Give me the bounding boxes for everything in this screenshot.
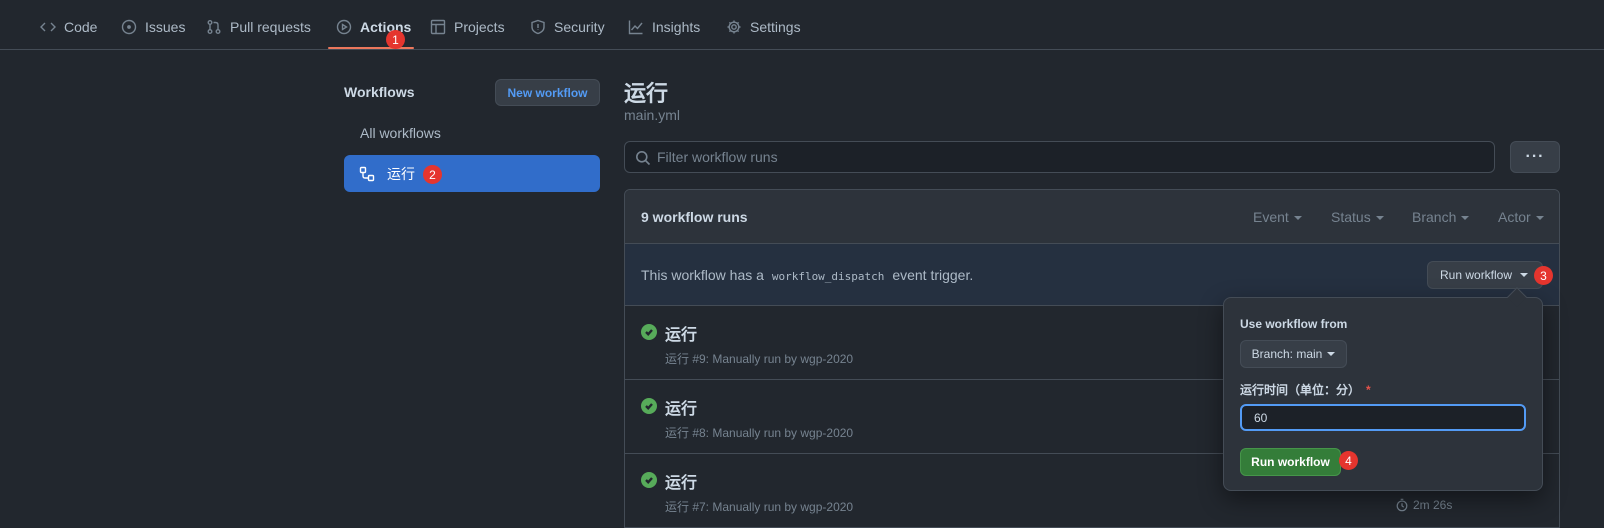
tab-security-label: Security	[554, 19, 605, 35]
table-icon	[430, 19, 446, 35]
chevron-down-icon	[1520, 273, 1529, 277]
issue-icon	[121, 19, 137, 35]
branch-select-label: Branch: main	[1251, 347, 1323, 361]
play-icon	[336, 19, 352, 35]
run-workflow-dropdown-label: Run workflow	[1440, 268, 1513, 282]
tab-insights[interactable]: Insights	[628, 13, 700, 41]
status-filter[interactable]: Status	[1331, 209, 1384, 225]
run-meta: 运行 #7: Manually run by wgp-2020	[665, 500, 854, 514]
tab-actions-label: Actions	[360, 19, 412, 35]
repo-nav: Code Issues Pull requests Actions Projec…	[0, 0, 1604, 50]
run-duration-text: 2m 26s	[1413, 498, 1453, 512]
actor-filter-label: Actor	[1498, 209, 1531, 225]
event-filter[interactable]: Event	[1253, 209, 1302, 225]
run-meta: 运行 #8: Manually run by wgp-2020	[665, 426, 854, 440]
dispatch-text-pre: This workflow has a	[641, 267, 764, 283]
tab-settings-label: Settings	[750, 19, 801, 35]
tab-issues[interactable]: Issues	[121, 13, 185, 41]
step-badge-1: 1	[386, 30, 405, 49]
run-title[interactable]: 运行	[665, 395, 697, 419]
run-time-label-text: 运行时间（单位：分）	[1240, 383, 1361, 397]
chevron-down-icon	[1293, 216, 1302, 221]
tab-code[interactable]: Code	[40, 13, 97, 41]
actor-filter[interactable]: Actor	[1498, 209, 1544, 225]
chevron-down-icon	[1375, 216, 1384, 221]
run-title[interactable]: 运行	[665, 469, 697, 493]
tab-settings[interactable]: Settings	[726, 13, 801, 41]
dispatch-code: workflow_dispatch	[771, 270, 885, 283]
tab-projects[interactable]: Projects	[430, 13, 505, 41]
sidebar-title: Workflows	[344, 84, 415, 100]
tab-projects-label: Projects	[454, 19, 505, 35]
success-check-icon	[641, 398, 657, 414]
new-workflow-button[interactable]: New workflow	[495, 79, 600, 106]
graph-icon	[628, 20, 643, 35]
tab-pull-requests-label: Pull requests	[230, 19, 311, 35]
step-badge-3: 3	[1534, 266, 1553, 285]
tab-security[interactable]: Security	[530, 13, 605, 41]
stopwatch-icon	[1396, 498, 1408, 512]
search-icon	[636, 151, 651, 166]
run-workflow-dropdown-button[interactable]: Run workflow	[1427, 261, 1543, 289]
shield-icon	[531, 19, 545, 35]
dispatch-text-post: event trigger.	[892, 267, 974, 283]
run-title[interactable]: 运行	[665, 321, 697, 345]
required-mark: *	[1366, 383, 1371, 397]
status-filter-label: Status	[1331, 209, 1371, 225]
tab-issues-label: Issues	[145, 19, 186, 35]
gear-icon	[727, 20, 741, 34]
workflow-file-name: main.yml	[624, 107, 681, 123]
chevron-down-icon	[1461, 216, 1470, 221]
chevron-down-icon	[1535, 216, 1544, 221]
event-filter-label: Event	[1253, 209, 1289, 225]
active-tab-underline	[328, 47, 414, 49]
branch-select-button[interactable]: Branch: main	[1240, 340, 1347, 368]
branch-filter[interactable]: Branch	[1412, 209, 1470, 225]
success-check-icon	[641, 324, 657, 340]
sidebar-item-workflow-label: 运行	[387, 165, 415, 182]
run-meta: 运行 #9: Manually run by wgp-2020	[665, 352, 854, 366]
runs-count: 9 workflow runs	[641, 209, 748, 225]
run-workflow-submit-button[interactable]: Run workflow	[1240, 448, 1341, 476]
step-badge-4: 4	[1339, 451, 1358, 470]
step-badge-2: 2	[423, 165, 442, 184]
workflow-icon	[359, 166, 375, 181]
success-check-icon	[641, 472, 657, 488]
more-options-button[interactable]: ···	[1510, 141, 1560, 173]
sidebar-item-workflow[interactable]: 运行	[344, 155, 600, 192]
run-workflow-popover: Use workflow from Branch: main 运行时间（单位：分…	[1223, 287, 1543, 491]
run-duration: 2m 26s	[1395, 498, 1452, 512]
tab-insights-label: Insights	[652, 19, 701, 35]
tab-pull-requests[interactable]: Pull requests	[206, 13, 311, 41]
pull-request-icon	[207, 20, 221, 34]
dispatch-message: This workflow has a workflow_dispatch ev…	[641, 267, 973, 283]
runs-header: 9 workflow runs Event Status Branch Acto…	[625, 190, 1559, 244]
branch-filter-label: Branch	[1412, 209, 1457, 225]
use-workflow-from-label: Use workflow from	[1240, 317, 1348, 331]
page-title: 运行	[624, 81, 669, 106]
chevron-down-icon	[1327, 352, 1336, 356]
sidebar-item-all-workflows[interactable]: All workflows	[360, 125, 441, 141]
code-icon	[40, 22, 56, 32]
run-time-label: 运行时间（单位：分） *	[1240, 381, 1371, 398]
filter-runs-field	[624, 141, 1495, 173]
filter-runs-input[interactable]	[657, 149, 1494, 165]
run-time-input[interactable]	[1240, 404, 1526, 431]
tab-code-label: Code	[64, 19, 98, 35]
